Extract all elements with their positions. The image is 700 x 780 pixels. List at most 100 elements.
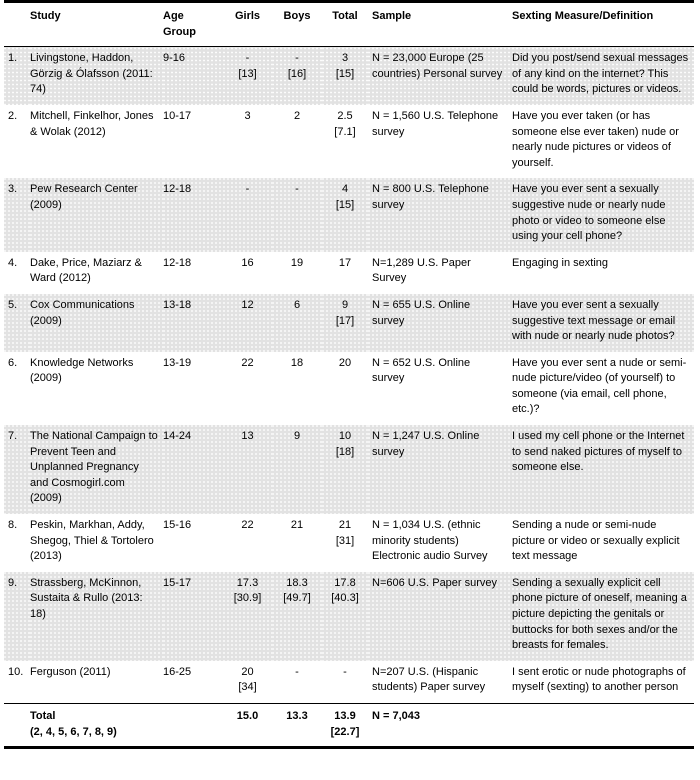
table-row: 7. The National Campaign to Prevent Teen … (4, 425, 694, 514)
table-row: 5. Cox Communications (2009) 13-18 12 6 9 [17]… (4, 294, 694, 352)
row-study-name: Mitchell, Finkelhor, Jones & Wolak (2012… (30, 109, 154, 138)
header-row: Study Age Group Girls Boys Total Sample … (4, 0, 694, 48)
row-number: 6. (8, 356, 18, 369)
column-header-age-group: Age Group (163, 0, 223, 48)
row-number: 10. (8, 665, 24, 678)
row-total-value: 20 (338, 356, 352, 369)
total-row-girls: 15.0 (223, 702, 272, 750)
sexting-studies-table-container: Study Age Group Girls Boys Total Sample … (0, 0, 700, 750)
row-boys-value: - (295, 665, 299, 678)
row-number: 5. (4, 294, 30, 352)
table-row: 4. Dake, Price, Maziarz & Ward (2012) 12-1… (4, 252, 694, 294)
table-footer: Total (2, 4, 5, 6, 7, 8, 9) 15.0 13.3 13… (4, 702, 694, 750)
row-measure: Did you post/send sexual messages of any… (508, 47, 694, 105)
row-age-group: 13-18 (163, 294, 223, 352)
row-total-bracket: [17] (335, 314, 355, 327)
row-girls: 13 (223, 425, 272, 514)
table-header: Study Age Group Girls Boys Total Sample … (4, 0, 694, 48)
total-row-measure (508, 702, 694, 750)
row-girls-value: 22 (241, 519, 254, 532)
row-boys-value: 21 (290, 519, 304, 532)
row-sample: N = 1,560 U.S. Telephone survey (372, 109, 499, 138)
row-boys: 2 (272, 105, 322, 178)
row-boys-value: - (295, 183, 299, 196)
total-row-age-group (163, 702, 223, 750)
table-row: 1. Livingstone, Haddon, Görzig & Ólafsson… (4, 47, 694, 105)
row-total-value: 3 (341, 52, 349, 65)
row-study-name: Strassberg, McKinnon, Sustaita & Rullo (… (30, 572, 163, 661)
row-girls-value: 12 (241, 298, 254, 311)
row-boys-value: 9 (293, 430, 301, 443)
total-row-total-bracket: [22.7] (330, 725, 360, 738)
row-girls: 22 (223, 514, 272, 572)
row-girls-value: 22 (241, 356, 254, 369)
row-sample: N = 1,247 U.S. Online survey (368, 425, 508, 514)
total-row: Total (2, 4, 5, 6, 7, 8, 9) 15.0 13.3 13… (4, 702, 694, 750)
row-total-value: 9 (341, 298, 349, 311)
row-total-bracket: [7.1] (334, 125, 356, 138)
table-row: 10. Ferguson (2011) 16-25 20 [34] - - N=207 U.S… (4, 661, 694, 704)
row-number: 9. (4, 572, 30, 661)
sexting-studies-table: Study Age Group Girls Boys Total Sample … (4, 0, 694, 750)
row-study-name: Knowledge Networks (2009) (30, 356, 134, 385)
row-girls-value: 16 (241, 256, 254, 269)
row-boys: - (272, 661, 322, 704)
row-total-bracket: [15] (335, 67, 355, 80)
row-boys: 18 (272, 352, 322, 425)
table-body: 1. Livingstone, Haddon, Görzig & Ólafsson… (4, 47, 694, 704)
row-sample: N=606 U.S. Paper survey (368, 572, 508, 661)
row-measure: Engaging in sexting (512, 256, 609, 269)
row-boys: 18.3 [49.7] (272, 572, 322, 661)
total-row-boys: 13.3 (272, 702, 322, 750)
row-age-group: 14-24 (163, 425, 223, 514)
row-number: 8. (8, 519, 18, 532)
row-girls-bracket: [13] (238, 67, 257, 80)
row-girls-value: 17.3 (236, 576, 259, 589)
row-age-group: 16-25 (163, 665, 192, 678)
row-age-group: 15-16 (163, 519, 192, 532)
row-total-bracket: [18] (335, 445, 355, 458)
row-study-name: Cox Communications (2009) (30, 294, 163, 352)
column-header-sample: Sample (368, 0, 508, 48)
row-study-name: Livingstone, Haddon, Görzig & Ólafsson (… (30, 47, 163, 105)
row-total-value: 4 (341, 183, 349, 196)
row-boys-value: 18.3 (286, 576, 308, 589)
row-total: - (322, 661, 368, 704)
row-boys: 21 (272, 514, 322, 572)
row-girls-bracket: [34] (238, 681, 257, 694)
row-girls-value: - (245, 183, 250, 196)
row-total-value: 21 (338, 519, 352, 532)
row-number: 7. (4, 425, 30, 514)
row-sample: N = 652 U.S. Online survey (372, 356, 471, 385)
table-row: 3. Pew Research Center (2009) 12-18 - - 4 [15]… (4, 178, 694, 251)
row-study-name: Pew Research Center (2009) (30, 178, 163, 251)
row-boys-value: 2 (293, 109, 301, 122)
row-girls: 22 (223, 352, 272, 425)
row-sample: N=207 U.S. (Hispanic students) Paper sur… (372, 665, 486, 694)
row-boys: 9 (272, 425, 322, 514)
row-boys-bracket: [16] (287, 67, 307, 80)
row-boys-value: - (295, 52, 299, 65)
row-age-group: 10-17 (163, 109, 192, 122)
row-measure: Have you ever sent a sexually suggestive… (508, 294, 694, 352)
table-row: 6. Knowledge Networks (2009) 13-19 22 18 20 N … (4, 352, 694, 425)
row-sample: N=1,289 U.S. Paper Survey (372, 256, 471, 285)
row-boys: - [16] (272, 47, 322, 105)
total-row-label: Total (2, 4, 5, 6, 7, 8, 9) (30, 702, 163, 750)
row-total: 21 [31] (322, 514, 368, 572)
row-age-group: 12-18 (163, 178, 223, 251)
table-row: 9. Strassberg, McKinnon, Sustaita & Rullo… (4, 572, 694, 661)
row-number: 4. (8, 256, 18, 269)
row-study-name: Dake, Price, Maziarz & Ward (2012) (30, 256, 142, 285)
row-measure: Have you ever sent a nude or semi-nude p… (512, 356, 687, 416)
row-boys-value: 6 (293, 298, 301, 311)
total-row-number (4, 702, 30, 750)
row-total-bracket: [15] (335, 198, 355, 211)
row-total: 10 [18] (322, 425, 368, 514)
column-header-total: Total (322, 0, 368, 48)
row-total-bracket: [40.3] (331, 592, 359, 605)
row-girls-value: 20 (241, 665, 254, 678)
row-total: 4 [15] (322, 178, 368, 251)
row-girls: 17.3 [30.9] (223, 572, 272, 661)
row-boys: 19 (272, 252, 322, 294)
